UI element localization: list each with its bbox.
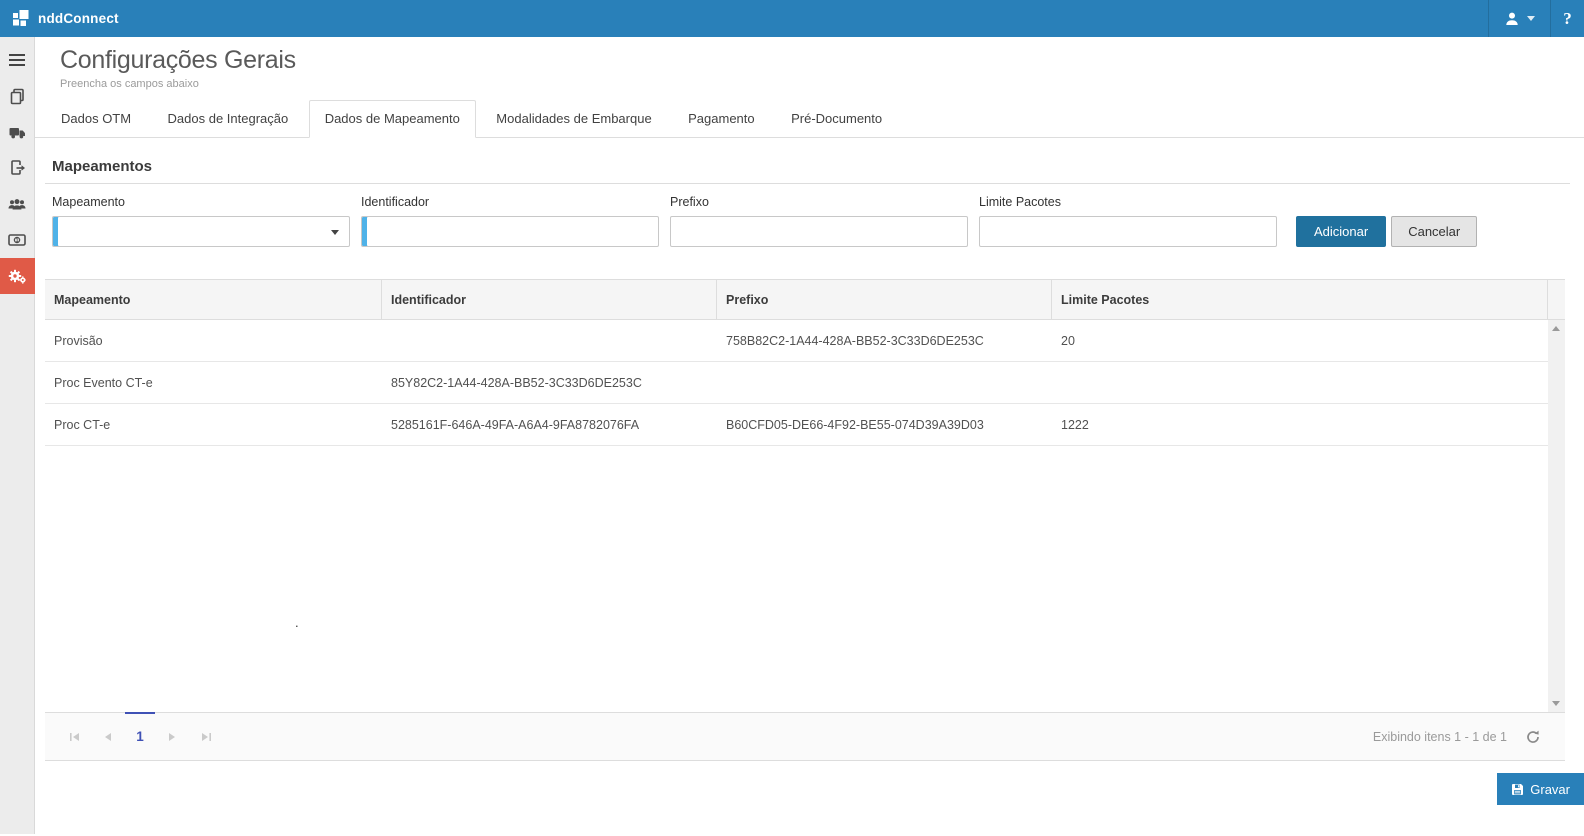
brand-name: nddConnect bbox=[38, 11, 119, 26]
tab-dados-mapeamento[interactable]: Dados de Mapeamento bbox=[309, 100, 476, 138]
page-subtitle: Preencha os campos abaixo bbox=[60, 78, 1584, 91]
tab-pre-documento[interactable]: Pré-Documento bbox=[775, 100, 898, 138]
grid-pager: 1 Exibindo itens 1 - 1 de 1 bbox=[45, 712, 1565, 761]
identificador-label: Identificador bbox=[361, 196, 659, 209]
limite-pacotes-label: Limite Pacotes bbox=[979, 196, 1277, 209]
cell-prefixo: B60CFD05-DE66-4F92-BE55-074D39A39D03 bbox=[717, 418, 1052, 432]
prefixo-label: Prefixo bbox=[670, 196, 968, 209]
column-header-mapeamento[interactable]: Mapeamento bbox=[45, 280, 382, 319]
page-number-1[interactable]: 1 bbox=[125, 713, 155, 760]
mapping-form: Mapeamento Identificador Prefixo Limite … bbox=[52, 196, 1584, 247]
gravar-button[interactable]: Gravar bbox=[1497, 773, 1584, 805]
table-row[interactable]: Proc Evento CT-e 85Y82C2-1A44-428A-BB52-… bbox=[45, 362, 1548, 404]
export-icon bbox=[9, 160, 26, 176]
sidebar-item-transport[interactable] bbox=[0, 114, 34, 150]
tab-dados-integracao[interactable]: Dados de Integração bbox=[152, 100, 305, 138]
sidebar: 1 bbox=[0, 37, 35, 834]
stray-dot: . bbox=[295, 615, 299, 630]
mapeamento-label: Mapeamento bbox=[52, 196, 350, 209]
chevron-down-icon bbox=[1527, 16, 1535, 21]
svg-text:1: 1 bbox=[15, 238, 18, 244]
help-button[interactable]: ? bbox=[1550, 0, 1584, 37]
user-icon bbox=[1504, 11, 1520, 27]
prefixo-input[interactable] bbox=[670, 216, 968, 247]
sidebar-item-billing[interactable]: 1 bbox=[0, 222, 34, 258]
sidebar-item-users[interactable] bbox=[0, 186, 34, 222]
column-header-prefixo[interactable]: Prefixo bbox=[717, 280, 1052, 319]
cell-identificador: 5285161F-646A-49FA-A6A4-9FA8782076FA bbox=[382, 418, 717, 432]
gravar-label: Gravar bbox=[1530, 782, 1570, 797]
cell-identificador: 85Y82C2-1A44-428A-BB52-3C33D6DE253C bbox=[382, 376, 717, 390]
gears-icon bbox=[8, 268, 27, 285]
pager-status: Exibindo itens 1 - 1 de 1 bbox=[1373, 730, 1507, 744]
tab-dados-otm[interactable]: Dados OTM bbox=[45, 100, 147, 138]
copy-icon bbox=[9, 88, 26, 105]
sidebar-item-menu[interactable] bbox=[0, 42, 34, 78]
cell-mapeamento: Proc Evento CT-e bbox=[45, 376, 382, 390]
refresh-icon bbox=[1525, 729, 1541, 745]
next-page-icon bbox=[168, 732, 176, 742]
user-menu[interactable] bbox=[1488, 0, 1550, 37]
first-page-icon bbox=[69, 732, 80, 742]
main-content: Configurações Gerais Preencha os campos … bbox=[35, 37, 1584, 834]
page-title: Configurações Gerais bbox=[60, 45, 1584, 75]
last-page-button[interactable] bbox=[189, 713, 223, 760]
last-page-icon bbox=[201, 732, 212, 742]
help-icon: ? bbox=[1563, 9, 1572, 29]
sidebar-item-settings[interactable] bbox=[0, 258, 35, 294]
cell-limite-pacotes: 1222 bbox=[1052, 418, 1548, 432]
previous-page-button[interactable] bbox=[91, 713, 125, 760]
tabstrip: Dados OTM Dados de Integração Dados de M… bbox=[35, 100, 1584, 138]
floppy-icon bbox=[1511, 783, 1524, 796]
grid-header: Mapeamento Identificador Prefixo Limite … bbox=[45, 280, 1565, 320]
sidebar-item-export[interactable] bbox=[0, 150, 34, 186]
tab-pagamento[interactable]: Pagamento bbox=[672, 100, 771, 138]
table-row[interactable]: Proc CT-e 5285161F-646A-49FA-A6A4-9FA878… bbox=[45, 404, 1548, 446]
scroll-down-icon[interactable] bbox=[1552, 701, 1560, 706]
brand: nddConnect bbox=[13, 10, 119, 28]
header-scroll-gutter bbox=[1548, 280, 1565, 319]
section-heading: Mapeamentos bbox=[45, 158, 1570, 184]
ndd-logo-icon bbox=[13, 10, 31, 28]
select-arrow-icon bbox=[331, 230, 339, 235]
first-page-button[interactable] bbox=[57, 713, 91, 760]
hamburger-icon bbox=[9, 51, 25, 69]
limite-pacotes-input[interactable] bbox=[979, 216, 1277, 247]
vertical-scrollbar[interactable] bbox=[1548, 320, 1565, 712]
identificador-input[interactable] bbox=[361, 216, 659, 247]
footer-bar: Gravar bbox=[35, 761, 1584, 836]
table-row[interactable]: Provisão 758B82C2-1A44-428A-BB52-3C33D6D… bbox=[45, 320, 1548, 362]
cell-mapeamento: Proc CT-e bbox=[45, 418, 382, 432]
money-icon: 1 bbox=[8, 233, 26, 247]
column-header-limite-pacotes[interactable]: Limite Pacotes bbox=[1052, 280, 1548, 319]
users-icon bbox=[8, 197, 26, 212]
sidebar-item-documents[interactable] bbox=[0, 78, 34, 114]
mappings-grid: Mapeamento Identificador Prefixo Limite … bbox=[45, 279, 1565, 761]
tab-modalidades-embarque[interactable]: Modalidades de Embarque bbox=[480, 100, 667, 138]
column-header-identificador[interactable]: Identificador bbox=[382, 280, 717, 319]
topbar: nddConnect ? bbox=[0, 0, 1584, 37]
cell-limite-pacotes: 20 bbox=[1052, 334, 1548, 348]
scroll-up-icon[interactable] bbox=[1552, 326, 1560, 331]
cancelar-button[interactable]: Cancelar bbox=[1391, 216, 1477, 247]
refresh-button[interactable] bbox=[1525, 729, 1541, 745]
adicionar-button[interactable]: Adicionar bbox=[1296, 216, 1386, 247]
grid-body: Provisão 758B82C2-1A44-428A-BB52-3C33D6D… bbox=[45, 320, 1565, 712]
cell-mapeamento: Provisão bbox=[45, 334, 382, 348]
mapeamento-select[interactable] bbox=[52, 216, 350, 247]
next-page-button[interactable] bbox=[155, 713, 189, 760]
previous-page-icon bbox=[104, 732, 112, 742]
cell-prefixo: 758B82C2-1A44-428A-BB52-3C33D6DE253C bbox=[717, 334, 1052, 348]
truck-icon bbox=[9, 125, 26, 140]
